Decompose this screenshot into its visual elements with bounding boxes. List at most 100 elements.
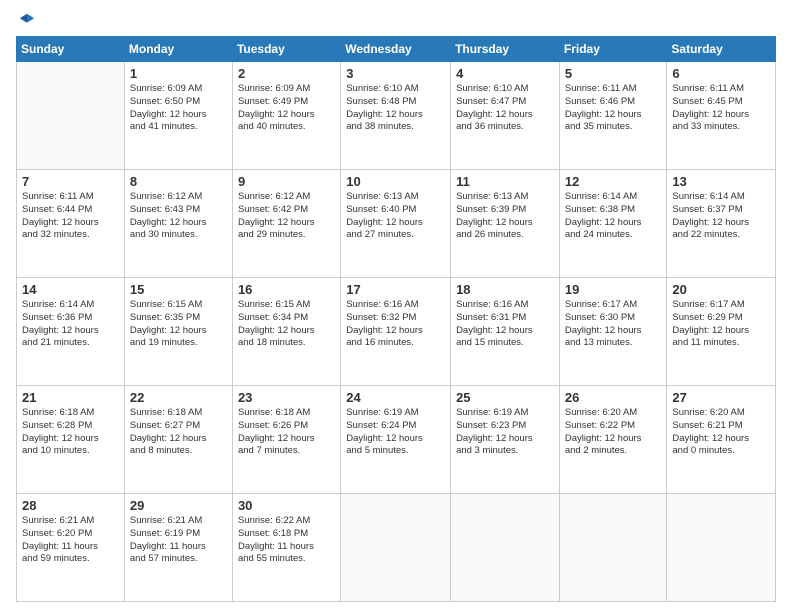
day-info: Sunrise: 6:10 AM Sunset: 6:47 PM Dayligh… bbox=[456, 83, 554, 134]
calendar-weekday-tuesday: Tuesday bbox=[232, 37, 340, 62]
calendar-cell bbox=[559, 494, 667, 602]
day-info: Sunrise: 6:13 AM Sunset: 6:39 PM Dayligh… bbox=[456, 191, 554, 242]
day-number: 18 bbox=[456, 282, 554, 297]
day-number: 24 bbox=[346, 390, 445, 405]
day-info: Sunrise: 6:18 AM Sunset: 6:28 PM Dayligh… bbox=[22, 407, 119, 458]
day-info: Sunrise: 6:18 AM Sunset: 6:26 PM Dayligh… bbox=[238, 407, 335, 458]
calendar-weekday-monday: Monday bbox=[124, 37, 232, 62]
day-info: Sunrise: 6:13 AM Sunset: 6:40 PM Dayligh… bbox=[346, 191, 445, 242]
calendar-weekday-saturday: Saturday bbox=[667, 37, 776, 62]
calendar-weekday-friday: Friday bbox=[559, 37, 667, 62]
calendar-cell: 24 Sunrise: 6:19 AM Sunset: 6:24 PM Dayli… bbox=[341, 386, 451, 494]
calendar-weekday-sunday: Sunday bbox=[17, 37, 125, 62]
day-number: 13 bbox=[672, 174, 770, 189]
day-number: 16 bbox=[238, 282, 335, 297]
day-number: 21 bbox=[22, 390, 119, 405]
day-info: Sunrise: 6:14 AM Sunset: 6:36 PM Dayligh… bbox=[22, 299, 119, 350]
day-info: Sunrise: 6:09 AM Sunset: 6:49 PM Dayligh… bbox=[238, 83, 335, 134]
calendar-cell: 25Sunrise: 6:19 AM Sunset: 6:23 PM Dayli… bbox=[451, 386, 560, 494]
calendar-weekday-thursday: Thursday bbox=[451, 37, 560, 62]
day-number: 1 bbox=[130, 66, 227, 81]
day-info: Sunrise: 6:15 AM Sunset: 6:35 PM Dayligh… bbox=[130, 299, 227, 350]
day-info: Sunrise: 6:11 AM Sunset: 6:45 PM Dayligh… bbox=[672, 83, 770, 134]
calendar-cell: 28 Sunrise: 6:21 AM Sunset: 6:20 PM Dayli… bbox=[17, 494, 125, 602]
day-info: Sunrise: 6:12 AM Sunset: 6:43 PM Dayligh… bbox=[130, 191, 227, 242]
day-info: Sunrise: 6:12 AM Sunset: 6:42 PM Dayligh… bbox=[238, 191, 335, 242]
day-info: Sunrise: 6:11 AM Sunset: 6:44 PM Dayligh… bbox=[22, 191, 119, 242]
calendar-cell: 4 Sunrise: 6:10 AM Sunset: 6:47 PM Daylig… bbox=[451, 62, 560, 170]
calendar-cell: 12 Sunrise: 6:14 AM Sunset: 6:38 PM Dayli… bbox=[559, 170, 667, 278]
calendar-cell: 30Sunrise: 6:22 AM Sunset: 6:18 PM Dayli… bbox=[232, 494, 340, 602]
day-number: 9 bbox=[238, 174, 335, 189]
calendar-cell: 1 Sunrise: 6:09 AM Sunset: 6:50 PM Daylig… bbox=[124, 62, 232, 170]
day-number: 12 bbox=[565, 174, 662, 189]
day-info: Sunrise: 6:16 AM Sunset: 6:32 PM Dayligh… bbox=[346, 299, 445, 350]
day-number: 26 bbox=[565, 390, 662, 405]
calendar-header-row: SundayMondayTuesdayWednesdayThursdayFrid… bbox=[17, 37, 776, 62]
calendar-cell: 2 Sunrise: 6:09 AM Sunset: 6:49 PM Daylig… bbox=[232, 62, 340, 170]
calendar-cell: 21 Sunrise: 6:18 AM Sunset: 6:28 PM Dayli… bbox=[17, 386, 125, 494]
day-info: Sunrise: 6:14 AM Sunset: 6:37 PM Dayligh… bbox=[672, 191, 770, 242]
day-number: 4 bbox=[456, 66, 554, 81]
calendar-weekday-wednesday: Wednesday bbox=[341, 37, 451, 62]
day-number: 14 bbox=[22, 282, 119, 297]
header bbox=[16, 12, 776, 28]
logo bbox=[16, 12, 36, 28]
day-info: Sunrise: 6:15 AM Sunset: 6:34 PM Dayligh… bbox=[238, 299, 335, 350]
day-number: 15 bbox=[130, 282, 227, 297]
day-number: 17 bbox=[346, 282, 445, 297]
calendar-cell: 22 Sunrise: 6:18 AM Sunset: 6:27 PM Dayli… bbox=[124, 386, 232, 494]
calendar-cell: 7 Sunrise: 6:11 AM Sunset: 6:44 PM Daylig… bbox=[17, 170, 125, 278]
calendar-week-row: 1 Sunrise: 6:09 AM Sunset: 6:50 PM Daylig… bbox=[17, 62, 776, 170]
day-number: 5 bbox=[565, 66, 662, 81]
day-info: Sunrise: 6:18 AM Sunset: 6:27 PM Dayligh… bbox=[130, 407, 227, 458]
day-number: 28 bbox=[22, 498, 119, 513]
day-number: 22 bbox=[130, 390, 227, 405]
day-number: 11 bbox=[456, 174, 554, 189]
day-number: 10 bbox=[346, 174, 445, 189]
day-number: 3 bbox=[346, 66, 445, 81]
calendar-cell bbox=[341, 494, 451, 602]
calendar-week-row: 7 Sunrise: 6:11 AM Sunset: 6:44 PM Daylig… bbox=[17, 170, 776, 278]
calendar-cell bbox=[451, 494, 560, 602]
day-number: 20 bbox=[672, 282, 770, 297]
day-number: 19 bbox=[565, 282, 662, 297]
day-number: 7 bbox=[22, 174, 119, 189]
calendar-week-row: 21 Sunrise: 6:18 AM Sunset: 6:28 PM Dayli… bbox=[17, 386, 776, 494]
calendar-cell: 27 Sunrise: 6:20 AM Sunset: 6:21 PM Dayli… bbox=[667, 386, 776, 494]
calendar-cell: 23 Sunrise: 6:18 AM Sunset: 6:26 PM Dayli… bbox=[232, 386, 340, 494]
calendar-cell: 11 Sunrise: 6:13 AM Sunset: 6:39 PM Dayli… bbox=[451, 170, 560, 278]
day-number: 6 bbox=[672, 66, 770, 81]
day-info: Sunrise: 6:14 AM Sunset: 6:38 PM Dayligh… bbox=[565, 191, 662, 242]
day-info: Sunrise: 6:16 AM Sunset: 6:31 PM Dayligh… bbox=[456, 299, 554, 350]
day-info: Sunrise: 6:09 AM Sunset: 6:50 PM Dayligh… bbox=[130, 83, 227, 134]
day-info: Sunrise: 6:20 AM Sunset: 6:22 PM Dayligh… bbox=[565, 407, 662, 458]
day-info: Sunrise: 6:21 AM Sunset: 6:20 PM Dayligh… bbox=[22, 515, 119, 566]
calendar-week-row: 14 Sunrise: 6:14 AM Sunset: 6:36 PM Dayli… bbox=[17, 278, 776, 386]
day-number: 25 bbox=[456, 390, 554, 405]
calendar-cell: 14 Sunrise: 6:14 AM Sunset: 6:36 PM Dayli… bbox=[17, 278, 125, 386]
calendar-cell: 16 Sunrise: 6:15 AM Sunset: 6:34 PM Dayli… bbox=[232, 278, 340, 386]
calendar-cell: 26 Sunrise: 6:20 AM Sunset: 6:22 PM Dayli… bbox=[559, 386, 667, 494]
calendar-cell: 19 Sunrise: 6:17 AM Sunset: 6:30 PM Dayli… bbox=[559, 278, 667, 386]
day-info: Sunrise: 6:20 AM Sunset: 6:21 PM Dayligh… bbox=[672, 407, 770, 458]
calendar-cell: 17 Sunrise: 6:16 AM Sunset: 6:32 PM Dayli… bbox=[341, 278, 451, 386]
calendar-cell bbox=[17, 62, 125, 170]
day-number: 29 bbox=[130, 498, 227, 513]
calendar-cell: 10 Sunrise: 6:13 AM Sunset: 6:40 PM Dayli… bbox=[341, 170, 451, 278]
calendar-cell: 5Sunrise: 6:11 AM Sunset: 6:46 PM Daylig… bbox=[559, 62, 667, 170]
day-info: Sunrise: 6:10 AM Sunset: 6:48 PM Dayligh… bbox=[346, 83, 445, 134]
calendar-cell: 18 Sunrise: 6:16 AM Sunset: 6:31 PM Dayli… bbox=[451, 278, 560, 386]
day-number: 27 bbox=[672, 390, 770, 405]
calendar-cell: 8 Sunrise: 6:12 AM Sunset: 6:43 PM Daylig… bbox=[124, 170, 232, 278]
day-number: 8 bbox=[130, 174, 227, 189]
day-info: Sunrise: 6:17 AM Sunset: 6:30 PM Dayligh… bbox=[565, 299, 662, 350]
day-number: 2 bbox=[238, 66, 335, 81]
logo-flag-icon bbox=[18, 12, 36, 30]
day-number: 23 bbox=[238, 390, 335, 405]
calendar-cell: 3 Sunrise: 6:10 AM Sunset: 6:48 PM Daylig… bbox=[341, 62, 451, 170]
calendar-table: SundayMondayTuesdayWednesdayThursdayFrid… bbox=[16, 36, 776, 602]
calendar-week-row: 28 Sunrise: 6:21 AM Sunset: 6:20 PM Dayli… bbox=[17, 494, 776, 602]
calendar-cell: 13 Sunrise: 6:14 AM Sunset: 6:37 PM Dayli… bbox=[667, 170, 776, 278]
day-info: Sunrise: 6:19 AM Sunset: 6:24 PM Dayligh… bbox=[346, 407, 445, 458]
